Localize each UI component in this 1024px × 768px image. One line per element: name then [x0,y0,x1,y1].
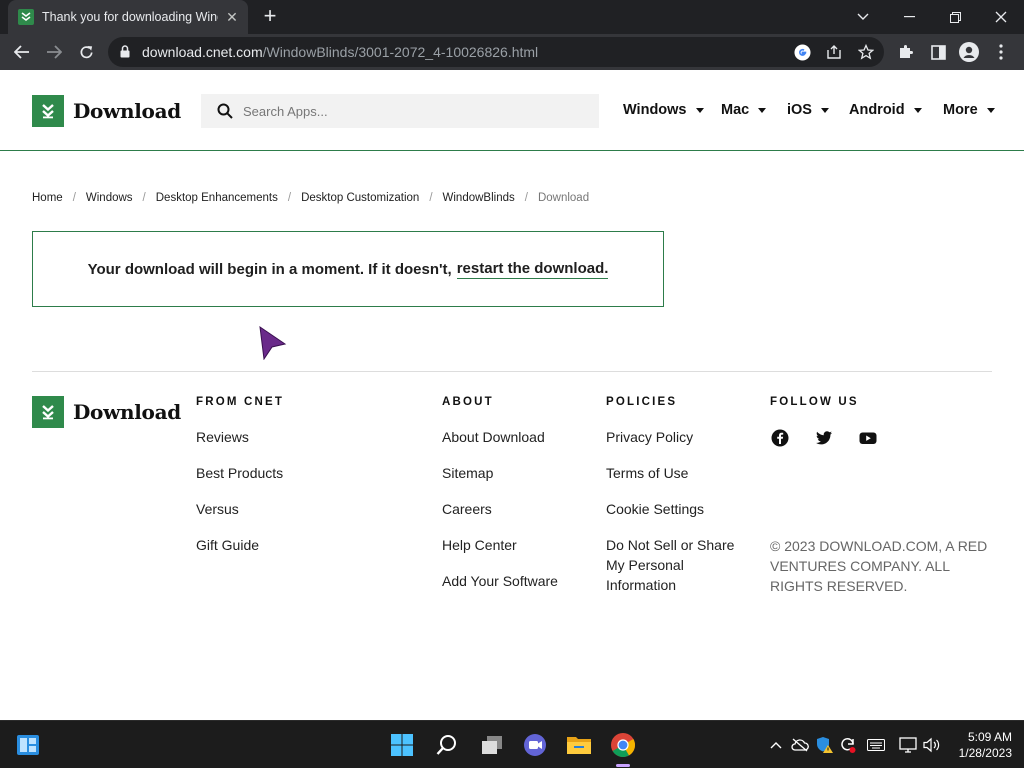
sync-update-icon[interactable] [838,735,858,755]
windows-taskbar: 5:09 AM 1/28/2023 [0,720,1024,768]
address-bar[interactable]: download.cnet.com/WindowBlinds/3001-2072… [108,37,884,67]
network-monitor-icon[interactable] [898,735,918,755]
bookmark-star-icon[interactable] [856,42,876,62]
breadcrumb: Home / Windows / Desktop Enhancements / Des… [32,192,590,204]
tab-title: Thank you for downloading WindowBlinds [42,10,218,24]
chrome-menu-icon[interactable] [990,41,1012,63]
breadcrumb-current: Download [537,192,590,204]
footer-logo-text: Download [73,400,181,424]
profile-avatar-icon[interactable] [958,41,980,63]
lock-icon[interactable] [120,45,130,63]
download-logo-icon [32,396,64,428]
google-lens-icon[interactable] [792,42,812,62]
back-button[interactable] [8,38,36,66]
nav-android[interactable]: Android [849,102,922,118]
task-view-icon[interactable] [478,731,506,759]
breadcrumb-desktop-enhancements[interactable]: Desktop Enhancements [156,192,278,204]
breadcrumb-windowblinds[interactable]: WindowBlinds [443,192,515,204]
url-text[interactable]: download.cnet.com/WindowBlinds/3001-2072… [142,44,538,60]
keyboard-icon[interactable] [866,735,886,755]
download-favicon-icon [18,9,34,25]
search-input[interactable] [243,94,583,128]
footer-heading-about: ABOUT [442,396,494,408]
footer-link-versus[interactable]: Versus [196,499,239,519]
share-icon[interactable] [824,42,844,62]
reload-button[interactable] [72,38,100,66]
twitter-icon[interactable] [815,429,833,447]
logo-text: Download [73,99,181,123]
footer-link-terms-of-use[interactable]: Terms of Use [606,463,688,483]
site-header: Download Windows Mac iOS Android More [0,70,1024,151]
footer-link-add-your-software[interactable]: Add Your Software [442,571,558,591]
chevron-down-icon [986,107,995,113]
nav-mac[interactable]: Mac [721,102,767,118]
footer-heading-follow-us: FOLLOW US [770,396,859,408]
new-tab-button[interactable]: + [258,5,282,29]
active-app-indicator [616,764,630,767]
facebook-icon[interactable] [771,429,789,447]
youtube-icon[interactable] [859,429,877,447]
chevron-down-icon [695,107,704,113]
download-message-box: Your download will begin in a moment. If… [32,231,664,307]
download-message: Your download will begin in a moment. If… [87,260,452,278]
volume-speaker-icon[interactable] [922,735,942,755]
breadcrumb-windows[interactable]: Windows [86,192,133,204]
taskbar-search-icon[interactable] [433,731,461,759]
footer-link-careers[interactable]: Careers [442,499,492,519]
start-windows-icon[interactable] [388,731,416,759]
breadcrumb-desktop-customization[interactable]: Desktop Customization [301,192,419,204]
footer-link-reviews[interactable]: Reviews [196,427,249,447]
teams-chat-icon[interactable] [521,731,549,759]
footer-link-best-products[interactable]: Best Products [196,463,283,483]
footer-link-privacy-policy[interactable]: Privacy Policy [606,427,693,447]
footer-link-sitemap[interactable]: Sitemap [442,463,493,483]
minimize-button[interactable] [886,0,932,34]
search-icon [217,103,233,124]
forward-button[interactable] [40,38,68,66]
footer-link-cookie-settings[interactable]: Cookie Settings [606,499,704,519]
tab-search-icon[interactable] [840,0,886,34]
footer-download-logo[interactable]: Download [32,396,181,428]
file-explorer-icon[interactable] [565,731,593,759]
browser-toolbar: download.cnet.com/WindowBlinds/3001-2072… [0,34,1024,70]
download-logo-icon [32,95,64,127]
show-hidden-icons-chevron-up-icon[interactable] [766,735,786,755]
browser-tab[interactable]: Thank you for downloading WindowBlinds ✕ [8,0,248,34]
chevron-down-icon [913,107,922,113]
breadcrumb-home[interactable]: Home [32,192,63,204]
chevron-down-icon [820,107,829,113]
footer-link-help-center[interactable]: Help Center [442,535,517,555]
search-box[interactable] [201,94,599,128]
tab-close-icon[interactable]: ✕ [224,9,240,25]
chevron-down-icon [758,107,767,113]
browser-titlebar: Thank you for downloading WindowBlinds ✕… [0,0,1024,34]
clock-date: 1/28/2023 [958,746,1012,760]
footer-link-gift-guide[interactable]: Gift Guide [196,535,259,555]
chrome-taskbar-icon[interactable] [609,731,637,759]
footer-heading-policies: POLICIES [606,396,678,408]
mouse-cursor-icon [259,326,287,360]
side-panel-icon[interactable] [927,41,949,63]
footer-link-do-not-sell[interactable]: Do Not Sell or Share My Personal Informa… [606,535,746,595]
taskbar-clock[interactable]: 5:09 AM 1/28/2023 [959,729,1012,761]
close-window-button[interactable] [978,0,1024,34]
security-shield-warning-icon[interactable] [815,735,835,755]
extensions-puzzle-icon[interactable] [895,41,917,63]
download-logo[interactable]: Download [32,95,181,127]
copyright-text: © 2023 DOWNLOAD.COM, A RED VENTURES COMP… [770,538,988,594]
nav-windows[interactable]: Windows [623,102,704,118]
onedrive-cloud-icon[interactable] [790,735,810,755]
clock-time: 5:09 AM [967,730,1012,744]
restart-download-link[interactable]: restart the download. [456,260,609,279]
widgets-icon[interactable] [14,731,42,759]
footer-divider [32,371,992,372]
nav-more[interactable]: More [943,102,995,118]
nav-ios[interactable]: iOS [787,102,829,118]
footer-link-about-download[interactable]: About Download [442,427,545,447]
footer-heading-from-cnet: FROM CNET [196,396,285,408]
restore-button[interactable] [932,0,978,34]
